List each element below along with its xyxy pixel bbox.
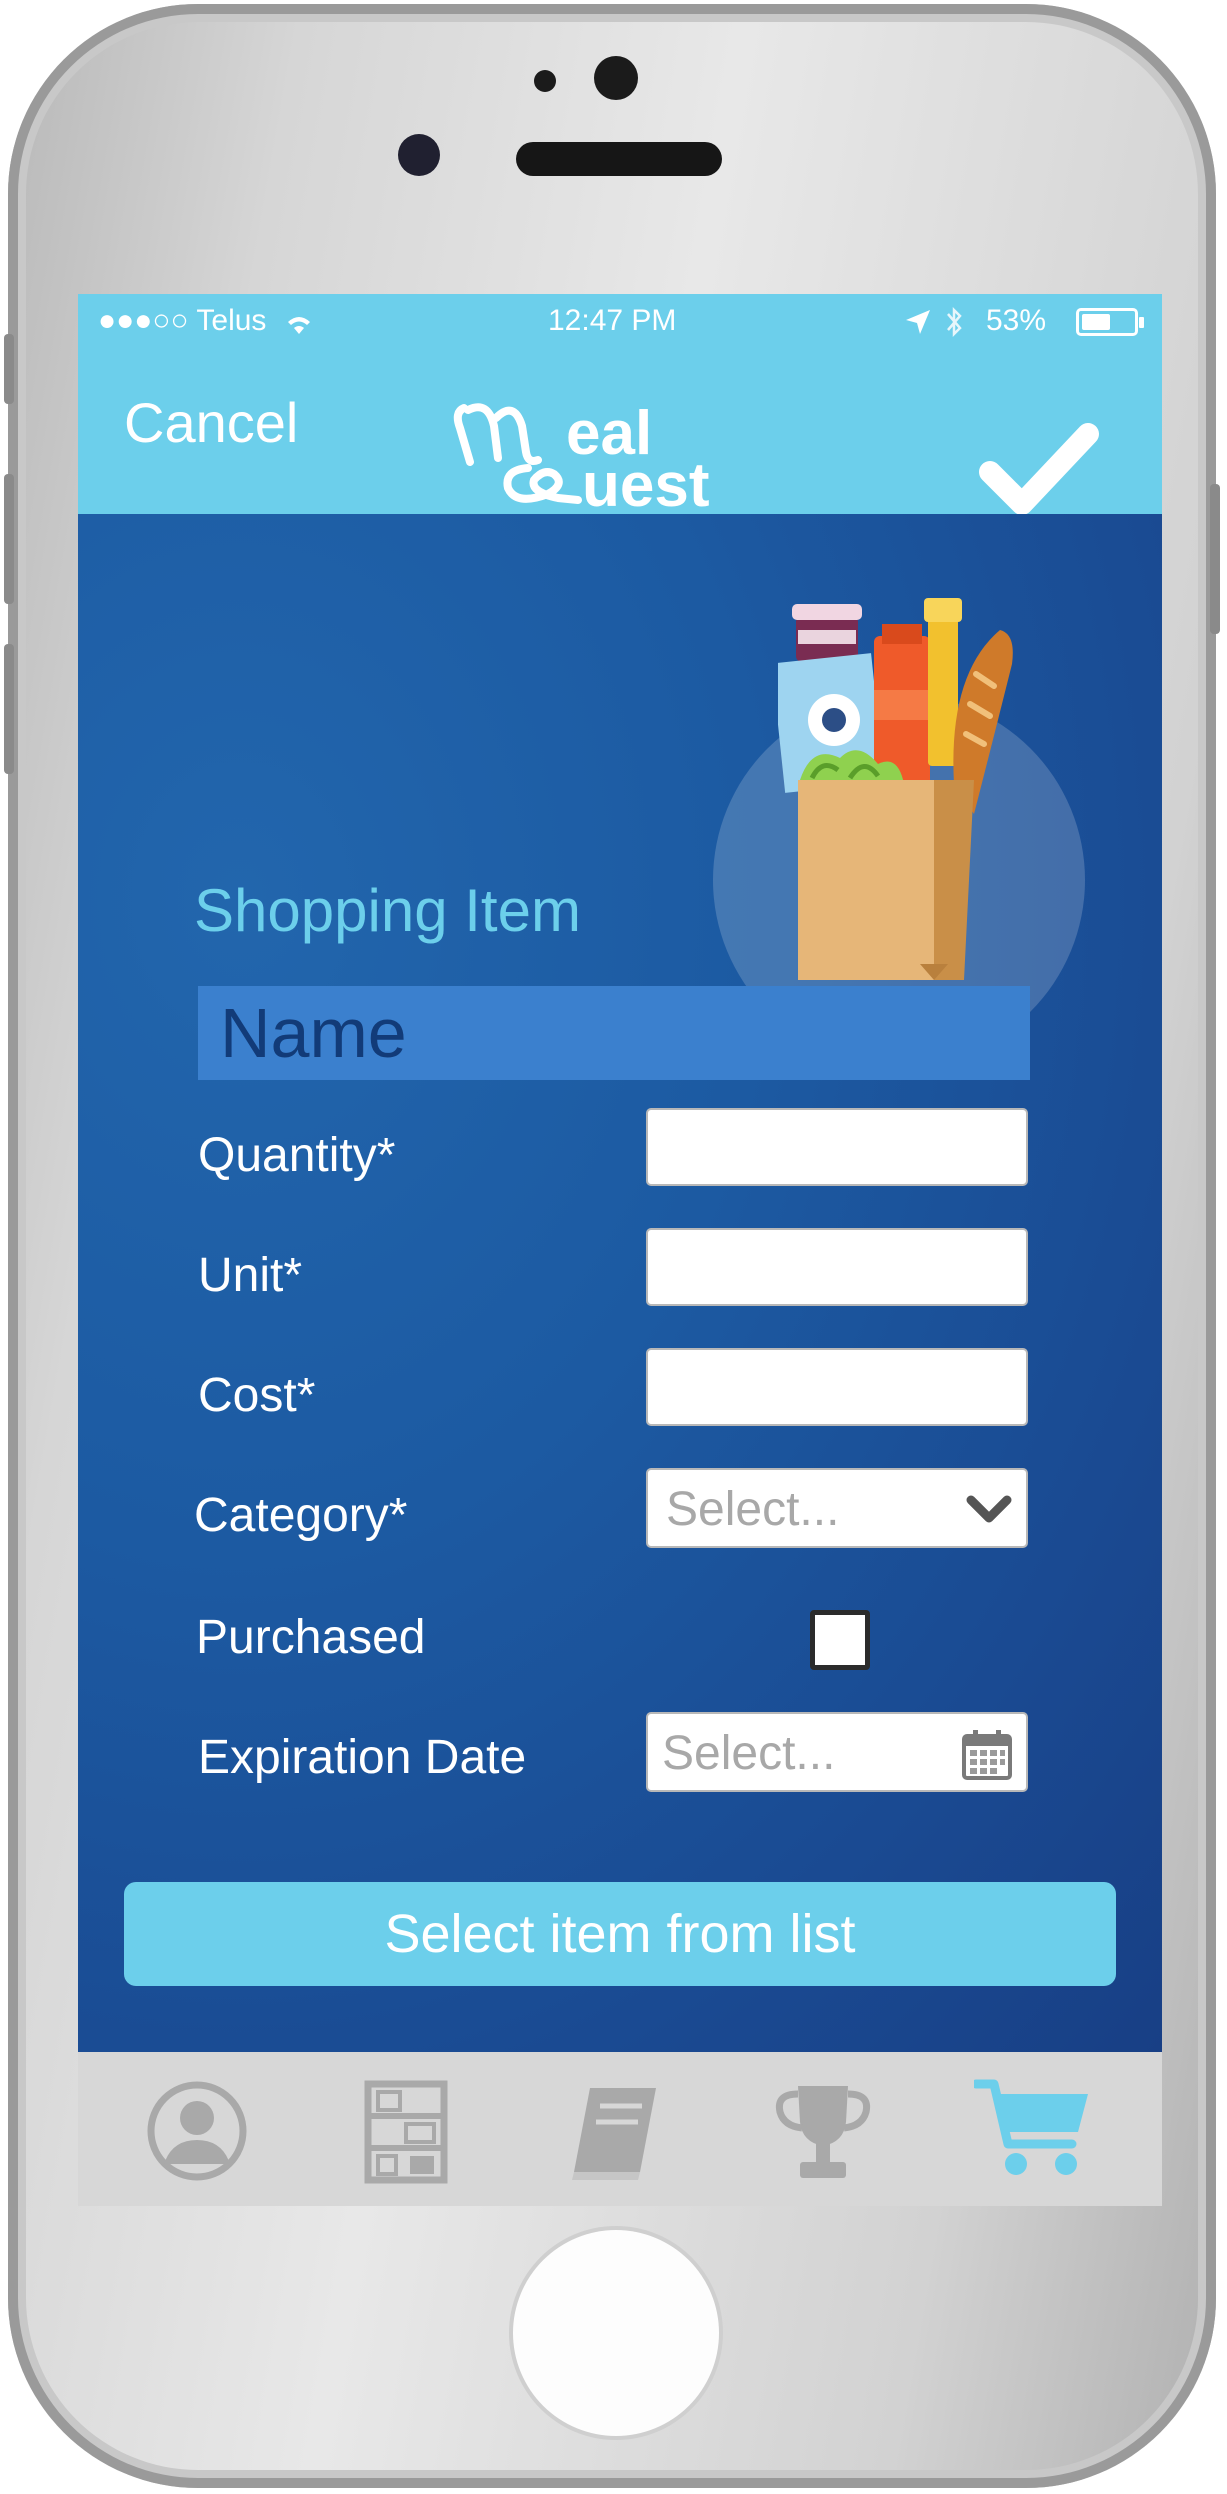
phone-frame: ●●●○○ Telus 12:47 PM 53% Cancel eal uest… xyxy=(4,4,1220,2488)
grocery-bag-icon xyxy=(778,598,1013,980)
wifi-icon xyxy=(288,317,310,334)
side-button-mute xyxy=(4,334,14,404)
form-area: Shopping Item Quantity* Unit* Cost* Cate… xyxy=(78,514,1162,2052)
home-button[interactable] xyxy=(513,2230,719,2436)
side-button-power xyxy=(1210,484,1220,634)
battery-icon xyxy=(1076,308,1144,336)
purchased-checkbox[interactable] xyxy=(810,1610,870,1670)
expiration-date-placeholder: Select... xyxy=(662,1727,836,1780)
category-select[interactable]: Select... xyxy=(646,1468,1028,1548)
shopping-item-heading: Shopping Item xyxy=(194,877,581,944)
cost-label: Cost* xyxy=(198,1369,316,1422)
quantity-label: Quantity* xyxy=(198,1129,396,1182)
unit-input[interactable] xyxy=(646,1228,1028,1306)
unit-label: Unit* xyxy=(198,1249,303,1302)
tab-recipe-book-icon[interactable] xyxy=(560,2076,670,2186)
tab-shopping-cart-icon[interactable] xyxy=(974,2076,1094,2186)
purchased-label: Purchased xyxy=(196,1611,426,1664)
calendar-icon xyxy=(962,1730,1012,1780)
side-button-volume-down xyxy=(4,644,14,774)
tab-trophy-icon[interactable] xyxy=(768,2076,878,2186)
ambient-sensor xyxy=(398,134,440,176)
select-item-from-list-button[interactable]: Select item from list xyxy=(124,1882,1116,1986)
category-select-placeholder: Select... xyxy=(666,1483,840,1536)
bluetooth-icon xyxy=(947,306,962,338)
mealquest-logo: eal uest xyxy=(448,388,748,520)
chevron-down-icon xyxy=(966,1495,1012,1523)
cost-input[interactable] xyxy=(646,1348,1028,1426)
logo-text-uest: uest xyxy=(582,451,710,520)
nav-bar: Cancel eal uest xyxy=(78,350,1162,520)
expiration-date-label: Expiration Date xyxy=(198,1731,527,1784)
status-time: 12:47 PM xyxy=(548,304,677,337)
category-label: Category* xyxy=(194,1489,408,1542)
tab-pantry-shelves-icon[interactable] xyxy=(350,2076,460,2186)
location-arrow-icon xyxy=(906,310,930,334)
proximity-sensor xyxy=(534,70,556,92)
name-input[interactable] xyxy=(198,986,1030,1080)
tab-profile-icon[interactable] xyxy=(142,2076,252,2186)
battery-percent: 53% xyxy=(986,304,1047,337)
front-camera xyxy=(594,56,638,100)
expiration-date-picker[interactable]: Select... xyxy=(646,1712,1028,1792)
status-bar: ●●●○○ Telus 12:47 PM 53% xyxy=(78,294,1162,350)
earpiece-speaker xyxy=(516,142,722,176)
side-button-volume-up xyxy=(4,474,14,604)
app-screen: ●●●○○ Telus 12:47 PM 53% Cancel eal uest… xyxy=(78,294,1162,2206)
confirm-check-icon[interactable] xyxy=(978,418,1100,518)
cancel-button[interactable]: Cancel xyxy=(124,390,298,455)
carrier-label: ●●●○○ Telus xyxy=(98,304,267,337)
tab-bar xyxy=(78,2052,1162,2206)
quantity-input[interactable] xyxy=(646,1108,1028,1186)
